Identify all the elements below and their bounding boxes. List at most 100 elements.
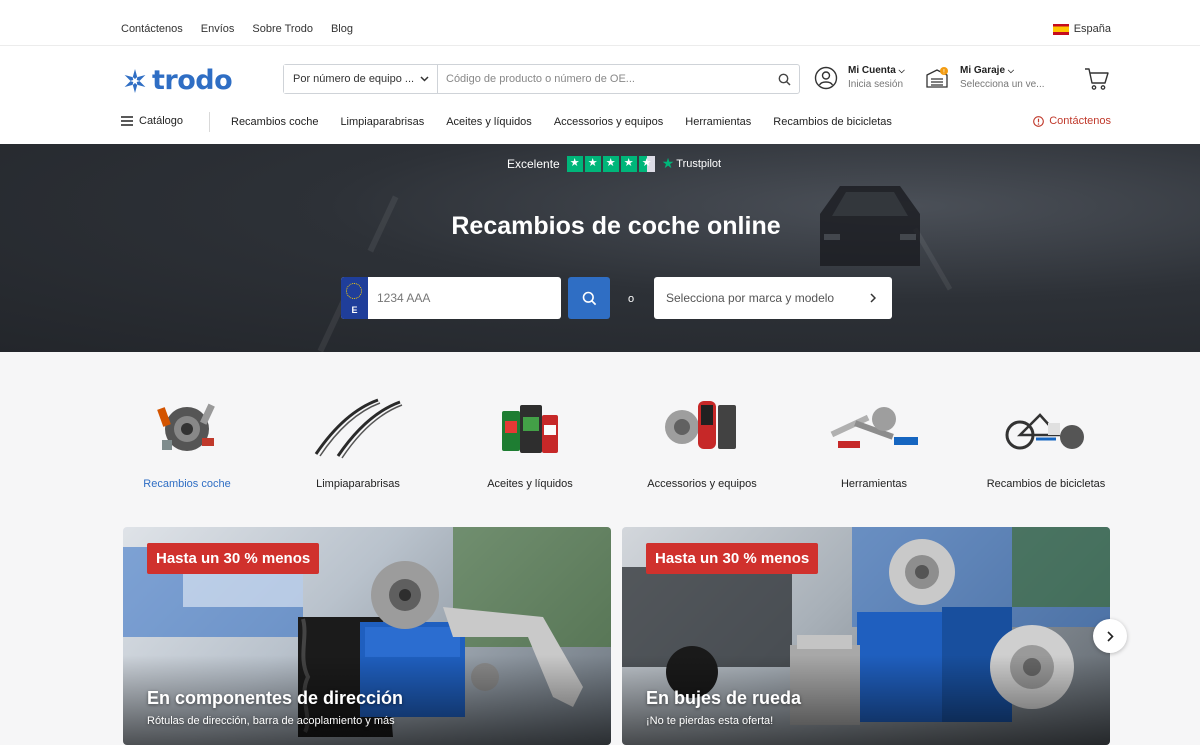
nav-items: Recambios coche Limpiaparabrisas Aceites… [231, 116, 892, 128]
country-label: España [1073, 23, 1111, 35]
plate-placeholder: 1234 AAA [377, 291, 431, 305]
category-car-parts[interactable]: Recambios coche [112, 394, 262, 490]
account-menu[interactable]: Mi Cuenta ⌵ Inicia sesión [814, 65, 905, 90]
search-bar: Por número de equipo ... Código de produ… [283, 64, 800, 94]
car-parts-image [112, 394, 262, 464]
oils-image [455, 394, 605, 464]
trustpilot-logo: ★ Trustpilot [662, 155, 721, 172]
top-bar: Contáctenos Envíos Sobre Trodo Blog Espa… [0, 0, 1200, 46]
trustpilot-rating[interactable]: Excelente ★ ★ ★ ★ ★ ★ Trustpilot [507, 155, 721, 172]
chevron-right-icon [870, 293, 876, 303]
category-accessories[interactable]: Accessorios y equipos [627, 394, 777, 490]
spain-flag-icon [1052, 23, 1069, 35]
rating-label: Excelente [507, 156, 560, 171]
search-input[interactable]: Código de producto o número de OE... [438, 65, 769, 93]
search-type-select[interactable]: Por número de equipo ... [284, 65, 438, 93]
garage-icon: ! [926, 66, 948, 88]
or-separator: o [628, 293, 635, 305]
trustpilot-label: Trustpilot [676, 157, 722, 170]
category-wipers[interactable]: Limpiaparabrisas [283, 394, 433, 490]
nav-item-car-parts[interactable]: Recambios coche [231, 116, 318, 128]
nav-item-oils[interactable]: Aceites y líquidos [446, 116, 532, 128]
half-star-icon: ★ [638, 155, 655, 172]
promo-title: En componentes de dirección [147, 688, 404, 708]
account-title: Mi Cuenta [848, 65, 896, 76]
star-icon: ★ [584, 155, 601, 172]
search-icon [778, 73, 791, 86]
top-links: Contáctenos Envíos Sobre Trodo Blog [121, 23, 353, 35]
rating-stars: ★ ★ ★ ★ ★ [566, 155, 655, 172]
tools-image [799, 394, 949, 464]
wipers-image [283, 394, 433, 464]
hero-title: Recambios de coche online [451, 212, 781, 240]
category-tools[interactable]: Herramientas [799, 394, 949, 490]
hamburger-icon [121, 116, 133, 126]
eu-plate-badge: E [341, 277, 368, 319]
nav-divider [209, 112, 210, 132]
discount-badge: Hasta un 30 % menos [147, 543, 320, 574]
logo[interactable]: trodo [122, 65, 233, 96]
accessories-image [627, 394, 777, 464]
chevron-down-icon [420, 76, 429, 82]
chevron-down-icon: ⌵ [898, 66, 905, 75]
nav-item-bike-parts[interactable]: Recambios de bicicletas [773, 116, 892, 128]
nav-contact-link[interactable]: Contáctenos [1033, 115, 1111, 127]
trodo-star-icon [124, 68, 146, 93]
cart-button[interactable] [1084, 67, 1110, 96]
carousel-next-button[interactable] [1093, 619, 1127, 653]
nav-item-wipers[interactable]: Limpiaparabrisas [340, 116, 424, 128]
top-link-shipping[interactable]: Envíos [201, 23, 235, 35]
top-link-blog[interactable]: Blog [331, 23, 353, 35]
promo-title: En bujes de rueda [646, 688, 802, 708]
promo-subtitle: ¡No te pierdas esta oferta! [646, 715, 774, 727]
search-button[interactable] [769, 65, 799, 93]
catalog-label: Catálogo [139, 115, 184, 127]
category-bike-parts[interactable]: Recambios de bicicletas [971, 394, 1121, 490]
user-icon [814, 66, 838, 89]
country-code: E [351, 305, 358, 315]
info-icon [1033, 115, 1045, 127]
promo-subtitle: Rótulas de dirección, barra de acoplamie… [147, 715, 395, 727]
search-type-value: Por número de equipo ... [293, 73, 415, 85]
search-placeholder: Código de producto o número de OE... [446, 73, 635, 85]
top-link-contact[interactable]: Contáctenos [121, 23, 183, 35]
main-nav: Catálogo Recambios coche Limpiaparabrisa… [0, 109, 1200, 144]
nav-item-tools[interactable]: Herramientas [685, 116, 751, 128]
nav-contact-label: Contáctenos [1049, 115, 1111, 127]
cart-icon [1085, 68, 1109, 90]
nav-item-accessories[interactable]: Accessorios y equipos [554, 116, 663, 128]
garage-title: Mi Garaje [960, 65, 1006, 76]
hero-banner: Excelente ★ ★ ★ ★ ★ ★ Trustpilot Recambi… [0, 144, 1200, 352]
discount-badge: Hasta un 30 % menos [646, 543, 819, 574]
category-label: Recambios coche [143, 478, 231, 490]
svg-text:!: ! [943, 68, 945, 75]
category-label: Accessorios y equipos [647, 478, 757, 490]
eu-stars-icon [346, 283, 362, 299]
promo-card-steering[interactable]: Hasta un 30 % menos En componentes de di… [123, 527, 611, 745]
star-icon: ★ [620, 155, 637, 172]
top-link-about[interactable]: Sobre Trodo [252, 23, 313, 35]
category-label: Herramientas [840, 478, 908, 490]
chevron-right-icon [1106, 630, 1114, 642]
search-icon [582, 291, 596, 305]
account-subtitle: Inicia sesión [848, 79, 904, 90]
catalog-menu-button[interactable]: Catálogo [121, 115, 183, 127]
bike-parts-image [971, 394, 1121, 464]
country-selector[interactable]: España [1052, 23, 1111, 35]
license-plate-input[interactable]: E 1234 AAA [341, 277, 561, 319]
brand-model-select[interactable]: Selecciona por marca y modelo [654, 277, 892, 319]
trustpilot-star-icon: ★ [661, 155, 675, 171]
brand-model-label: Selecciona por marca y modelo [666, 291, 835, 305]
plate-search-button[interactable] [568, 277, 610, 319]
garage-menu[interactable]: ! Mi Garaje ⌵ Selecciona un ve... [925, 65, 1045, 90]
chevron-down-icon: ⌵ [1007, 66, 1014, 75]
category-oils[interactable]: Aceites y líquidos [455, 394, 605, 490]
star-icon: ★ [602, 155, 619, 172]
category-label: Aceites y líquidos [487, 478, 573, 490]
header: trodo Por número de equipo ... Código de… [0, 47, 1200, 109]
category-label: Recambios de bicicletas [986, 478, 1106, 490]
logo-text: trodo [152, 65, 233, 96]
category-label: Limpiaparabrisas [316, 478, 400, 490]
promo-card-wheel-hubs[interactable]: Hasta un 30 % menos En bujes de rueda ¡N… [622, 527, 1110, 745]
garage-subtitle: Selecciona un ve... [960, 79, 1045, 90]
